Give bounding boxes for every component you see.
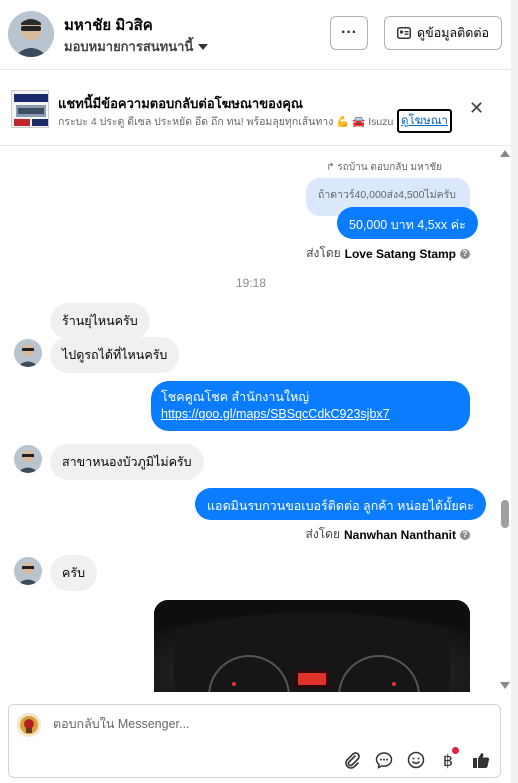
message-bubble-incoming[interactable]: สาขาหนองบัวภูมิไม่ครับ [50, 444, 204, 480]
sent-by-label: ส่งโดย Love Satang Stamp ? [306, 244, 470, 263]
chat-scroll-thumb[interactable] [501, 500, 509, 528]
paperclip-icon[interactable] [341, 749, 363, 771]
sent-by-prefix: ส่งโดย [305, 527, 340, 541]
message-bubble-incoming[interactable]: ครับ [50, 555, 98, 591]
contact-avatar-small [14, 445, 42, 473]
sent-by-label: ส่งโดย Nanwhan Nanthanit ? [306, 525, 470, 544]
scroll-up-arrow-icon[interactable] [500, 150, 510, 157]
sent-by-prefix: ส่งโดย [306, 246, 341, 260]
thumbs-up-icon[interactable] [470, 749, 492, 771]
message-bubble-outgoing[interactable]: 50,000 บาท 4,5xx ค่ะ [337, 207, 478, 239]
payment-baht-icon[interactable]: ฿ [437, 747, 459, 771]
ad-reply-banner: แชทนี้มีข้อความตอบกลับต่อโฆษณาของคุณ กระ… [0, 74, 510, 146]
contact-info-label: ดูข้อมูลติดต่อ [417, 26, 489, 40]
reply-composer: ฿ [8, 704, 501, 778]
contact-name: มหาชัย มิวสิค [64, 17, 153, 34]
message-bubble-outgoing[interactable]: แอดมินรบกวนขอเบอร์ติดต่อ ลูกค้า หน่อยได้… [195, 488, 486, 520]
assign-conversation-dropdown[interactable]: มอบหมายการสนทนานี้ [64, 36, 209, 57]
reply-input[interactable] [53, 717, 473, 731]
ad-thumbnail [11, 90, 49, 128]
caret-down-icon [198, 43, 209, 50]
sender-name: Love Satang Stamp [344, 246, 456, 261]
assign-label: มอบหมายการสนทนานี้ [64, 39, 194, 54]
contact-avatar-small [14, 557, 42, 585]
reply-context-note: ↱ รถบ้าน ตอบกลับ มหาชัย [326, 162, 442, 173]
page-scrollbar[interactable] [511, 0, 518, 783]
sender-name: Nanwhan Nanthanit [343, 527, 456, 542]
more-label: ··· [341, 24, 357, 41]
message-bubble-incoming[interactable]: ไปดูรถได้ที่ไหนครับ [50, 337, 180, 373]
ad-banner-subtitle: กระบะ 4 ประตู ดีเซล ประหยัด อึด ถึก ทน! … [58, 116, 394, 128]
time-divider: 19:18 [235, 276, 267, 290]
message-bubble-incoming[interactable]: ร้านยุ่ไหนครับ [50, 303, 150, 339]
ad-banner-title: แชทนี้มีข้อความตอบกลับต่อโฆษณาของคุณ [58, 96, 303, 111]
message-text: โชคคูณโชค สำนักงานใหญ่ [161, 390, 309, 404]
page-avatar [17, 713, 41, 737]
maps-link[interactable]: https://goo.gl/maps/SBSqcCdkC923sjbx7 [161, 406, 460, 423]
more-options-button[interactable]: ··· [330, 16, 368, 50]
contact-avatar-small [14, 339, 42, 367]
view-contact-info-button[interactable]: ดูข้อมูลติดต่อ [384, 16, 502, 50]
conversation-header: มหาชัย มิวสิค มอบหมายการสนทนานี้ ··· ดูข… [0, 0, 518, 70]
emoji-icon[interactable] [405, 749, 427, 771]
info-icon[interactable]: ? [460, 248, 470, 259]
notification-dot [452, 747, 459, 754]
contact-card-icon [397, 27, 412, 39]
contact-avatar[interactable] [8, 11, 54, 57]
view-ad-link[interactable]: ดูโฆษณา [397, 109, 452, 133]
saved-replies-icon[interactable] [373, 749, 395, 771]
scroll-down-arrow-icon[interactable] [500, 682, 510, 689]
close-icon[interactable]: ✕ [469, 98, 484, 119]
message-bubble-outgoing[interactable]: โชคคูณโชค สำนักงานใหญ่ https://goo.gl/ma… [151, 381, 470, 431]
info-icon[interactable]: ? [460, 529, 470, 540]
chat-scrollbar[interactable] [498, 146, 510, 692]
message-photo[interactable] [154, 600, 470, 692]
